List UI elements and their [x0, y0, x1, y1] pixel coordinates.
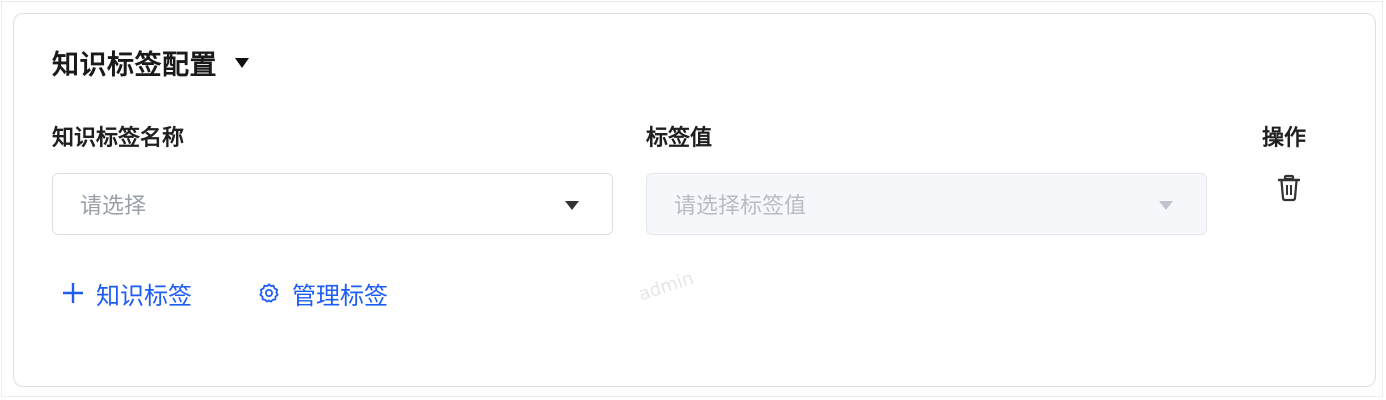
add-knowledge-tag-button[interactable]: 知识标签 [62, 275, 192, 311]
caret-down-icon [235, 58, 249, 68]
tag-value-select[interactable]: 请选择标签值 [646, 173, 1207, 235]
delete-row-button[interactable] [1275, 172, 1303, 204]
column-header-tag-name: 知识标签名称 [52, 126, 185, 151]
tag-value-select-placeholder: 请选择标签值 [674, 194, 807, 219]
add-knowledge-tag-label: 知识标签 [96, 281, 192, 310]
column-header-actions: 操作 [1262, 126, 1307, 151]
section-title: 知识标签配置 [52, 49, 217, 81]
trash-icon [1277, 174, 1301, 202]
column-header-tag-value: 标签值 [646, 126, 713, 151]
dropdown-arrow-icon [565, 201, 579, 210]
gear-icon [259, 283, 279, 303]
tag-name-select[interactable]: 请选择 [52, 173, 613, 235]
manage-tags-label: 管理标签 [292, 281, 388, 310]
section-header-toggle[interactable]: 知识标签配置 [52, 40, 249, 84]
plus-icon [63, 283, 83, 303]
manage-tags-button[interactable]: 管理标签 [258, 275, 388, 311]
dropdown-arrow-icon [1159, 201, 1173, 210]
tag-name-select-placeholder: 请选择 [80, 194, 147, 219]
